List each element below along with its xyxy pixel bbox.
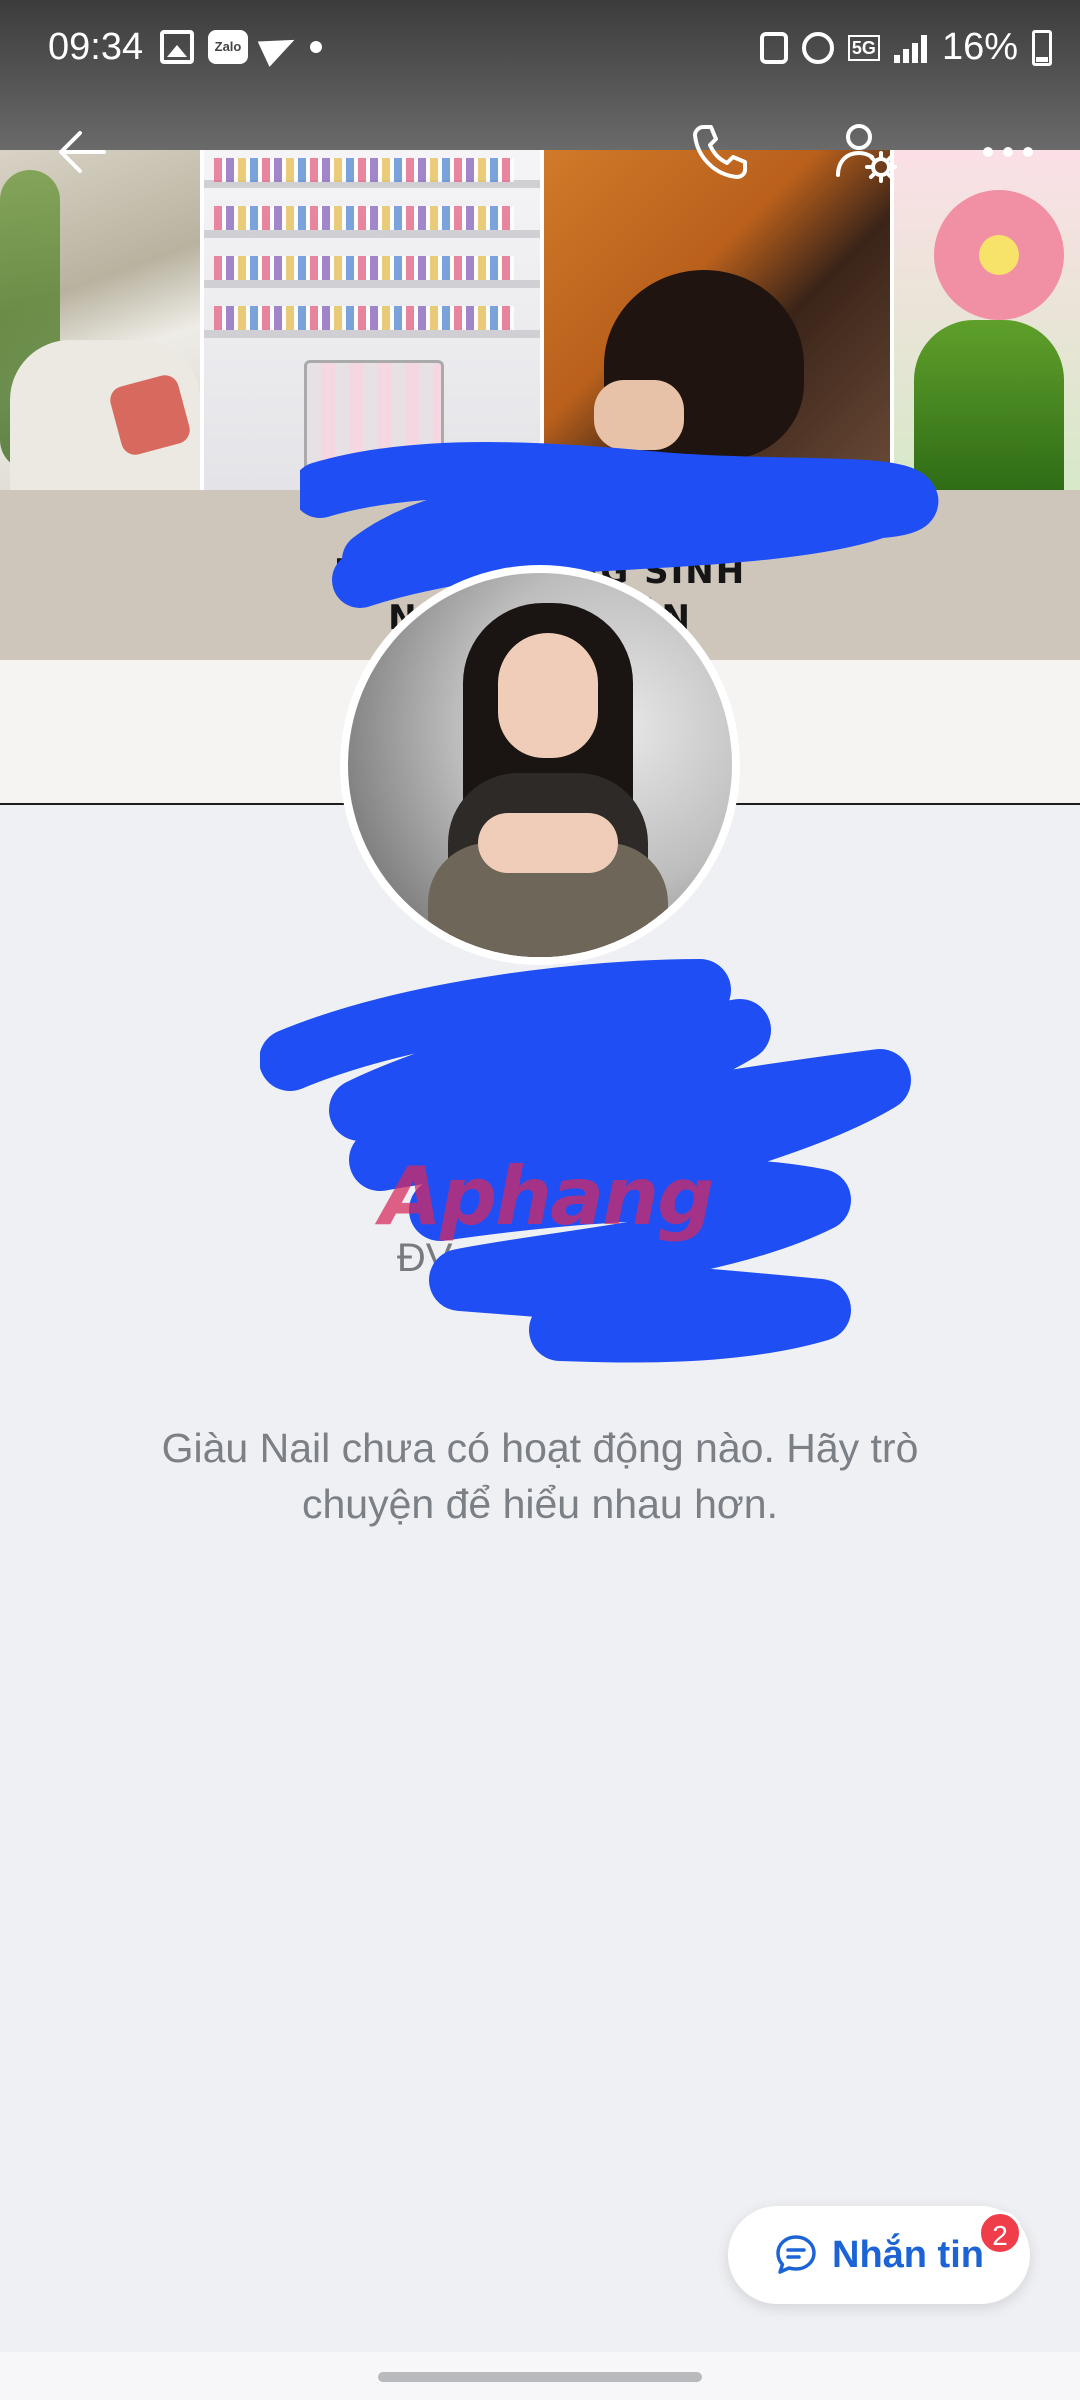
status-bar: 09:34 Zalo 5G 16% bbox=[0, 0, 1080, 98]
battery-icon bbox=[1032, 29, 1052, 66]
battery-percent: 16% bbox=[941, 26, 1018, 68]
message-button-label: Nhắn tin bbox=[832, 2233, 984, 2276]
unread-badge: 2 bbox=[978, 2211, 1022, 2255]
alarm-icon bbox=[801, 31, 834, 64]
cover-panel-sofa bbox=[0, 150, 200, 490]
cover-panel-nail-shelves bbox=[200, 150, 540, 490]
call-button[interactable] bbox=[680, 112, 760, 192]
profile-settings-button[interactable] bbox=[826, 112, 906, 192]
notification-dot-icon bbox=[310, 41, 322, 53]
profile-settings-icon bbox=[836, 124, 897, 183]
cover-panel-flower bbox=[890, 150, 1080, 490]
ringtone-icon bbox=[759, 31, 788, 64]
zalo-icon: Zalo bbox=[208, 30, 248, 64]
back-button[interactable] bbox=[42, 112, 122, 192]
home-indicator[interactable] bbox=[378, 2372, 702, 2382]
signal-icon bbox=[893, 33, 928, 63]
watermark-logo: Aphang bbox=[380, 1150, 714, 1243]
status-right-icons: 5G 16% bbox=[759, 26, 1052, 69]
gallery-icon bbox=[160, 30, 194, 64]
more-options-button[interactable] bbox=[968, 112, 1048, 192]
network-5g-icon: 5G bbox=[847, 34, 880, 61]
chat-bubble-icon bbox=[776, 2235, 816, 2274]
status-time: 09:34 bbox=[48, 26, 144, 68]
empty-activity-message: Giàu Nail chưa có hoạt động nào. Hãy trò… bbox=[161, 1425, 919, 1527]
profile-name: Già bbox=[504, 1011, 576, 1063]
back-arrow-icon bbox=[59, 131, 106, 173]
cover-panel-hair-wash bbox=[540, 150, 890, 490]
profile-bio-line-1: N ên ✨ bbox=[467, 1097, 613, 1141]
avatar-photo bbox=[348, 573, 732, 957]
phone-icon bbox=[693, 125, 747, 179]
telegram-icon bbox=[257, 27, 301, 67]
more-dots-icon bbox=[983, 147, 1033, 157]
cover-collage bbox=[0, 150, 1080, 490]
status-left-icons: Zalo bbox=[160, 27, 322, 67]
avatar[interactable] bbox=[340, 565, 740, 965]
